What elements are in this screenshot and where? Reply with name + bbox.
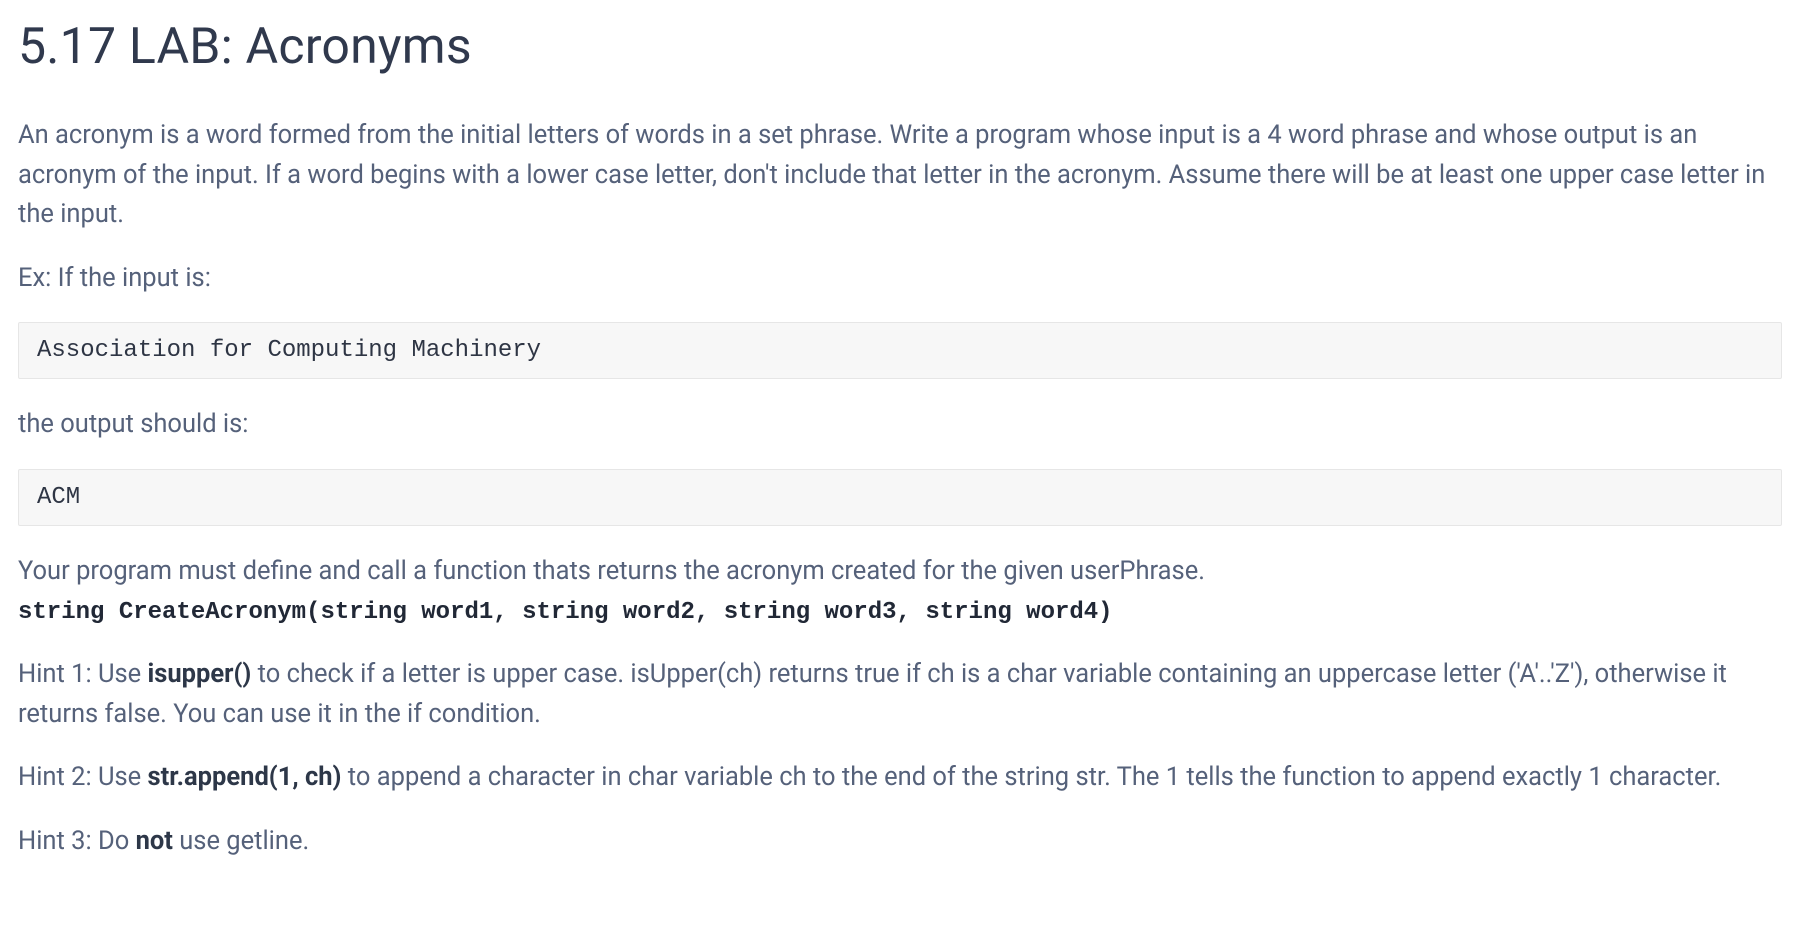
hint-2-suffix: to append a character in char variable c… xyxy=(341,762,1721,792)
hint-2: Hint 2: Use str.append(1, ch) to append … xyxy=(18,758,1778,798)
hint-2-bold: str.append(1, ch) xyxy=(148,762,342,792)
page-title: 5.17 LAB: Acronyms xyxy=(18,18,1782,76)
example-input-label: Ex: If the input is: xyxy=(18,259,1778,299)
hint-3-bold: not xyxy=(136,826,173,856)
hint-2-prefix: Hint 2: Use xyxy=(18,762,148,792)
example-output-code: ACM xyxy=(18,469,1782,526)
lab-document: 5.17 LAB: Acronyms An acronym is a word … xyxy=(0,0,1800,915)
example-input-code: Association for Computing Machinery xyxy=(18,322,1782,379)
function-requirement: Your program must define and call a func… xyxy=(18,552,1778,632)
example-output-label: the output should is: xyxy=(18,405,1778,445)
hint-1-suffix: to check if a letter is upper case. isUp… xyxy=(18,659,1727,729)
function-signature: string CreateAcronym(string word1, strin… xyxy=(18,599,1113,626)
function-requirement-text: Your program must define and call a func… xyxy=(18,556,1205,586)
hint-1: Hint 1: Use isupper() to check if a lett… xyxy=(18,655,1778,734)
hint-3-prefix: Hint 3: Do xyxy=(18,826,136,856)
hint-1-prefix: Hint 1: Use xyxy=(18,659,148,689)
hint-3-suffix: use getline. xyxy=(173,826,309,856)
intro-paragraph: An acronym is a word formed from the ini… xyxy=(18,116,1778,235)
hint-3: Hint 3: Do not use getline. xyxy=(18,822,1778,862)
hint-1-bold: isupper() xyxy=(148,659,252,689)
